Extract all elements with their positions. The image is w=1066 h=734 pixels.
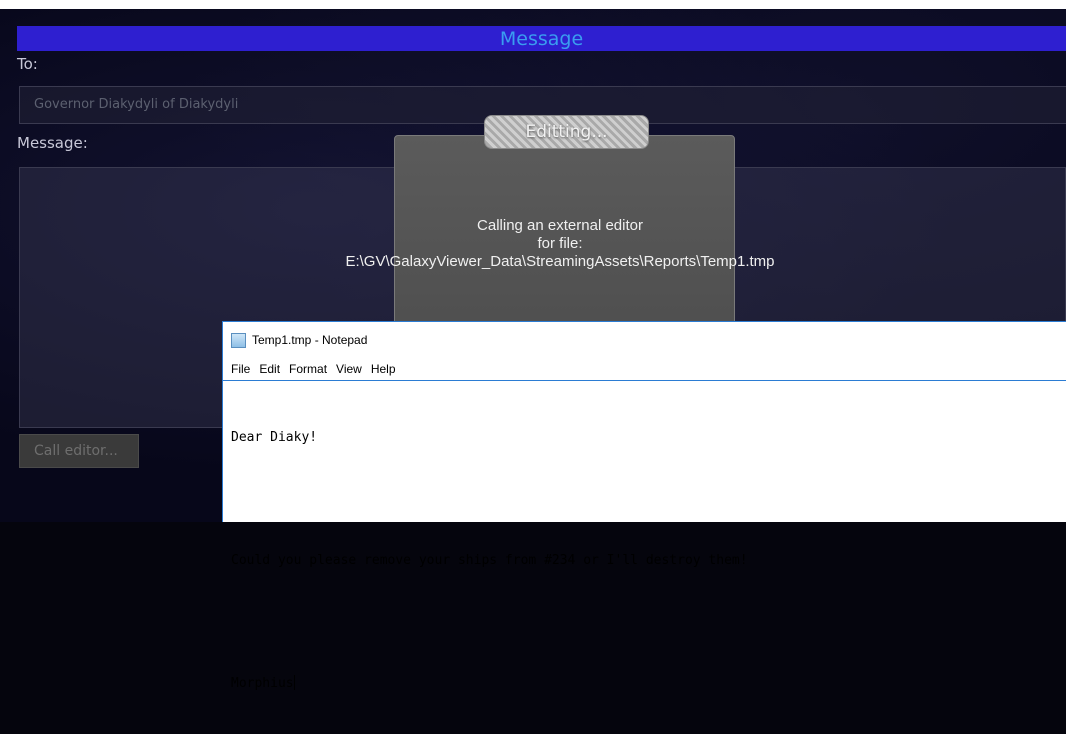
- menu-edit[interactable]: Edit: [259, 362, 280, 376]
- top-border: [0, 0, 1066, 9]
- menu-view[interactable]: View: [336, 362, 362, 376]
- menu-help[interactable]: Help: [371, 362, 396, 376]
- text-line-1: Dear Diaky!: [231, 430, 318, 445]
- text-line-2: Could you please remove your ships from …: [231, 553, 748, 568]
- call-editor-button[interactable]: Call editor...: [19, 434, 139, 468]
- notepad-title-bar[interactable]: Temp1.tmp - Notepad: [231, 331, 367, 349]
- message-label: Message:: [17, 134, 88, 152]
- menu-file[interactable]: File: [231, 362, 250, 376]
- editing-dialog-message: Calling an external editor for file: E:\…: [260, 217, 860, 271]
- message-title-bar: Message: [17, 26, 1066, 51]
- text-line-3: Morphius: [231, 676, 294, 691]
- text-caret: [293, 675, 295, 690]
- editing-line-1: Calling an external editor: [477, 217, 643, 234]
- to-label: To:: [17, 55, 38, 73]
- menu-format[interactable]: Format: [289, 362, 327, 376]
- text-line-3-wrapper: Morphius: [231, 674, 748, 694]
- notepad-menu-bar: File Edit Format View Help: [231, 362, 396, 376]
- notepad-title: Temp1.tmp - Notepad: [252, 333, 368, 347]
- recipient-value: Governor Diakydyli of Diakydyli: [34, 97, 239, 112]
- editing-file-path: E:\GV\GalaxyViewer_Data\StreamingAssets\…: [345, 253, 775, 270]
- editing-dialog-title: Editting...: [484, 115, 649, 149]
- notepad-window[interactable]: Temp1.tmp - Notepad File Edit Format Vie…: [222, 321, 1066, 691]
- window-title: Message: [499, 27, 584, 50]
- editing-line-2: for file:: [537, 235, 583, 252]
- notepad-menu-divider: [223, 380, 1066, 381]
- notepad-text-area[interactable]: Dear Diaky! Could you please remove your…: [231, 388, 748, 734]
- notepad-icon: [231, 332, 246, 348]
